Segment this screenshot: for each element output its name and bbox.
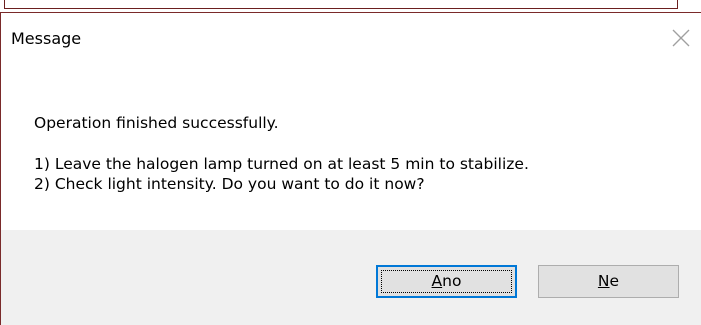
- close-button[interactable]: [667, 24, 695, 52]
- yes-button[interactable]: Ano: [376, 265, 517, 298]
- background-window-frame: [4, 0, 678, 9]
- message-dialog: Message Operation finished successfully.…: [0, 0, 701, 325]
- no-button-mnemonic: N: [597, 272, 610, 290]
- background-window-edge: [0, 0, 701, 12]
- dialog-title: Message: [11, 29, 82, 48]
- message-line-status: Operation finished successfully.: [34, 114, 279, 132]
- no-button[interactable]: Ne: [538, 265, 679, 298]
- message-line-step-1: 1) Leave the halogen lamp turned on at l…: [34, 155, 529, 173]
- focus-rectangle: [381, 270, 512, 293]
- close-icon: [672, 29, 690, 47]
- message-body: Operation finished successfully. 1) Leav…: [34, 113, 529, 194]
- message-line-step-2: 2) Check light intensity. Do you want to…: [34, 175, 425, 193]
- no-button-label: e: [609, 272, 620, 290]
